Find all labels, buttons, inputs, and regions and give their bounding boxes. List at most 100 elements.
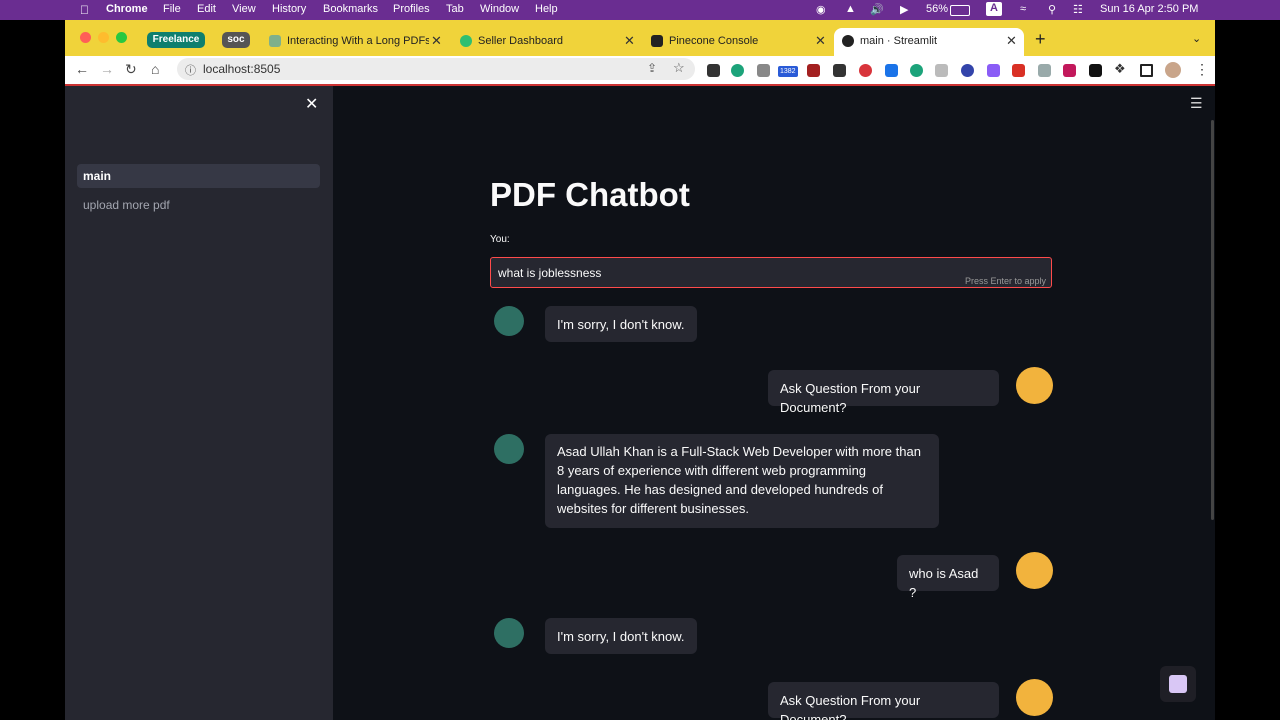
macos-menubar:  Chrome File Edit View History Bookmark… — [0, 0, 1280, 20]
page-title: PDF Chatbot — [490, 176, 690, 213]
nerd-face-avatar-icon — [1016, 552, 1053, 589]
tab-favicon-icon — [460, 35, 472, 47]
extension-icon[interactable] — [833, 64, 846, 77]
profile-avatar[interactable] — [1165, 62, 1181, 78]
close-icon[interactable]: ✕ — [1006, 33, 1017, 49]
battery-percent: 56% — [926, 3, 949, 15]
spotlight-icon[interactable]: ⚲ — [1048, 3, 1056, 16]
info-icon[interactable]: ⓘ — [185, 62, 196, 78]
menu-history[interactable]: History — [272, 3, 306, 15]
extension-icon[interactable] — [1038, 64, 1051, 77]
menubar-clock[interactable]: Sun 16 Apr 2:50 PM — [1100, 3, 1198, 15]
share-icon[interactable]: ⇪ — [647, 61, 657, 75]
widget-face-icon — [1169, 675, 1187, 693]
tab-label: Seller Dashboard — [478, 35, 563, 47]
tab-favicon-icon — [651, 35, 663, 47]
tab-label: main · Streamlit — [860, 35, 938, 47]
extension-badge[interactable]: 1382 — [778, 66, 798, 77]
robot-avatar-icon — [494, 618, 524, 648]
extension-icon[interactable] — [961, 64, 974, 77]
streamlit-status-widget[interactable] — [1160, 666, 1196, 702]
hamburger-icon[interactable]: ☰ — [1190, 95, 1203, 112]
record-icon[interactable]: ◉ — [816, 3, 826, 16]
tab-favicon-icon — [269, 35, 281, 47]
scrollbar[interactable] — [1211, 120, 1214, 520]
tab-strip: Freelance soc Interacting With a Long PD… — [65, 20, 1215, 56]
tab-main-streamlit[interactable]: main · Streamlit ✕ — [834, 28, 1024, 56]
menu-view[interactable]: View — [232, 3, 256, 15]
control-center-icon[interactable]: ☷ — [1073, 3, 1083, 16]
sidebar-item-main[interactable]: main — [77, 164, 320, 188]
tab-pinecone-console[interactable]: Pinecone Console ✕ — [643, 28, 828, 56]
tab-label: Pinecone Console — [669, 35, 759, 47]
url-text[interactable]: localhost:8505 — [203, 62, 280, 76]
menu-help[interactable]: Help — [535, 3, 558, 15]
streamlit-main: ☰ PDF Chatbot You: what is joblessness P… — [333, 86, 1215, 720]
side-panel-icon[interactable] — [1140, 64, 1153, 77]
close-icon[interactable]: ✕ — [431, 33, 442, 49]
extension-icon[interactable] — [885, 64, 898, 77]
menu-file[interactable]: File — [163, 3, 181, 15]
input-source-indicator[interactable]: A — [986, 2, 1002, 16]
extension-icon[interactable] — [1063, 64, 1076, 77]
extensions-puzzle-icon[interactable]: ❖ — [1114, 61, 1127, 76]
home-icon[interactable]: ⌂ — [151, 61, 159, 77]
volume-icon[interactable]: 🔊 — [870, 3, 884, 16]
extension-icon[interactable] — [987, 64, 1000, 77]
forward-icon[interactable]: → — [100, 61, 114, 77]
address-bar[interactable]: ⓘ localhost:8505 ⇪ ☆ — [177, 58, 695, 80]
user-message: Ask Question From your Document? — [768, 370, 999, 415]
bot-message: I'm sorry, I don't know. — [545, 618, 697, 654]
apple-icon[interactable]:  — [80, 3, 89, 17]
battery-icon[interactable] — [950, 5, 970, 16]
question-input-value[interactable]: what is joblessness — [498, 266, 601, 280]
zoom-window-button[interactable] — [116, 32, 127, 43]
bookmark-star-icon[interactable]: ☆ — [673, 60, 685, 76]
pen-extension-icon[interactable] — [707, 64, 720, 77]
pokeball-extension-icon[interactable] — [859, 64, 872, 77]
play-icon[interactable]: ▶ — [900, 3, 908, 16]
question-input[interactable]: what is joblessness Press Enter to apply — [490, 257, 1052, 288]
code-extension-icon[interactable] — [935, 64, 948, 77]
drive-icon[interactable]: ▲ — [845, 3, 856, 15]
new-tab-button[interactable]: + — [1035, 29, 1046, 50]
tab-group-freelance[interactable]: Freelance — [147, 32, 205, 48]
close-window-button[interactable] — [80, 32, 91, 43]
extension-icon[interactable] — [910, 64, 923, 77]
close-icon[interactable]: ✕ — [305, 94, 318, 114]
menu-window[interactable]: Window — [480, 3, 519, 15]
tab-group-soc[interactable]: soc — [222, 32, 250, 48]
reload-icon[interactable]: ↻ — [125, 61, 137, 78]
robot-avatar-icon — [494, 306, 524, 336]
more-menu-icon[interactable]: ⋮ — [1195, 61, 1209, 78]
menu-edit[interactable]: Edit — [197, 3, 216, 15]
wifi-icon[interactable]: ≈ — [1020, 3, 1026, 15]
menu-app-name[interactable]: Chrome — [106, 3, 148, 15]
tab-search-icon[interactable]: ⌄ — [1192, 32, 1201, 45]
extension-icon[interactable] — [1089, 64, 1102, 77]
close-icon[interactable]: ✕ — [624, 33, 635, 49]
browser-toolbar: ← → ↻ ⌂ ⓘ localhost:8505 ⇪ ☆ 1382 ❖ ⋮ — [65, 56, 1215, 86]
grammarly-extension-icon[interactable] — [731, 64, 744, 77]
nerd-face-avatar-icon — [1016, 367, 1053, 404]
input-label: You: — [490, 234, 510, 245]
user-message: Ask Question From your Document? — [768, 682, 999, 720]
bot-message: Asad Ullah Khan is a Full-Stack Web Deve… — [545, 434, 939, 528]
close-icon[interactable]: ✕ — [815, 33, 826, 49]
tab-label: Interacting With a Long PDFs W — [287, 35, 429, 47]
tab-favicon-icon — [842, 35, 854, 47]
menu-bookmarks[interactable]: Bookmarks — [323, 3, 378, 15]
browser-window: Freelance soc Interacting With a Long PD… — [65, 20, 1215, 720]
menu-tab[interactable]: Tab — [446, 3, 464, 15]
megaphone-extension-icon[interactable] — [1012, 64, 1025, 77]
menu-profiles[interactable]: Profiles — [393, 3, 430, 15]
robot-avatar-icon — [494, 434, 524, 464]
extension-icon[interactable] — [757, 64, 770, 77]
tab-seller-dashboard[interactable]: Seller Dashboard ✕ — [452, 28, 637, 56]
back-icon[interactable]: ← — [75, 61, 89, 77]
tab-interacting-pdfs[interactable]: Interacting With a Long PDFs W ✕ — [261, 28, 446, 56]
sidebar-item-label: main — [83, 169, 112, 183]
extension-icon[interactable] — [807, 64, 820, 77]
sidebar-item-upload-more-pdf[interactable]: upload more pdf — [83, 198, 170, 212]
minimize-window-button[interactable] — [98, 32, 109, 43]
